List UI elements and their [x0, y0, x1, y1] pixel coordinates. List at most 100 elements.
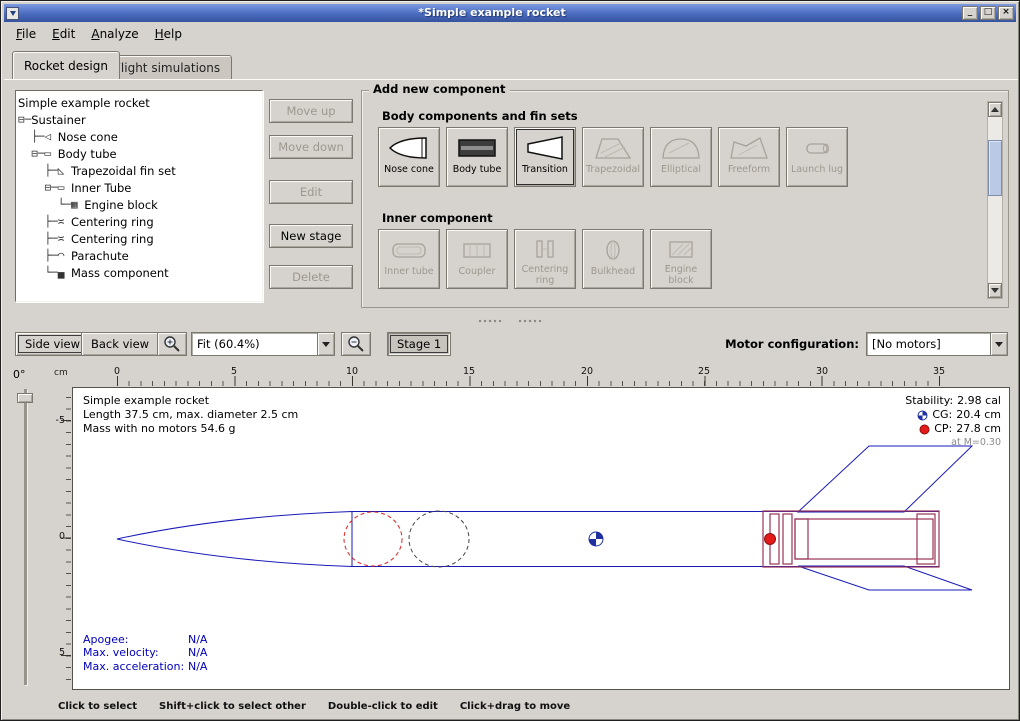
transition-icon [523, 132, 567, 164]
motor-configuration-label: Motor configuration: [725, 337, 859, 351]
tree-branch: ├─◺ [18, 164, 71, 177]
component-panel-scrollbar[interactable] [987, 101, 1003, 299]
tree-branch: ⊟─▭ [18, 147, 58, 160]
component-button-label: Nose cone [382, 164, 436, 178]
tree-item-engine-block[interactable]: └─▦ Engine block [18, 196, 260, 213]
tree-branch: ├─◁ [18, 130, 58, 143]
tree-branch: ⊟─▭ [18, 181, 71, 194]
move-up-button: Move up [269, 99, 353, 123]
chevron-down-icon[interactable] [990, 333, 1007, 355]
zoom-level-select[interactable]: Fit (60.4%) [191, 332, 335, 356]
rotation-slider-track[interactable] [24, 389, 27, 685]
fin-top[interactable] [798, 446, 972, 512]
cp-label: CP: [934, 422, 952, 436]
minimize-button[interactable]: _ [962, 6, 978, 20]
splitter-grip [518, 319, 544, 324]
horizontal-ruler: 0 5 10 15 20 25 30 35 [72, 365, 1010, 387]
design-canvas[interactable]: Simple example rocket Length 37.5 cm, ma… [72, 387, 1010, 690]
mach-note: at M=0.30 [905, 436, 1001, 450]
elliptical-fin-component-button: Elliptical [650, 127, 712, 187]
motor-configuration-select[interactable]: [No motors] [866, 332, 1008, 356]
result-value: N/A [188, 633, 207, 647]
tree-item-label: Mass component [71, 266, 169, 280]
tab-rocket-design[interactable]: Rocket design [12, 51, 120, 79]
flight-results: Apogee:N/A Max. velocity:N/A Max. accele… [83, 633, 207, 674]
rotation-slider-thumb[interactable] [17, 393, 33, 403]
stage-1-toggle[interactable]: Stage 1 [387, 332, 451, 356]
cp-value: 27.8 cm [956, 422, 1001, 436]
cg-label: CG: [932, 408, 952, 422]
close-button[interactable]: × [998, 6, 1014, 20]
tree-item-label: Centering ring [71, 215, 154, 229]
component-button-label: Elliptical [659, 164, 703, 178]
menu-help[interactable]: Help [147, 24, 190, 44]
bulkhead-component-button: Bulkhead [582, 229, 644, 289]
tree-item-centering-ring-1[interactable]: ├─≍ Centering ring [18, 213, 260, 230]
rocket-outline[interactable] [117, 446, 972, 590]
nose-cone-component-button[interactable]: Nose cone [378, 127, 440, 187]
menubar: File Edit Analyze Help [4, 22, 1016, 46]
scroll-down-button[interactable] [988, 283, 1002, 298]
new-stage-button[interactable]: New stage [269, 224, 353, 248]
motor-mount-components[interactable] [763, 511, 939, 567]
tree-item-trapezoidal-fin-set[interactable]: ├─◺ Trapezoidal fin set [18, 162, 260, 179]
inner-tube-component-button: Inner tube [378, 229, 440, 289]
side-view-button[interactable]: Side view [15, 332, 90, 356]
body-tube-component-button[interactable]: Body tube [446, 127, 508, 187]
tree-item-centering-ring-2[interactable]: ├─≍ Centering ring [18, 230, 260, 247]
transition-component-button[interactable]: Transition [514, 127, 576, 187]
component-button-label: Launch lug [789, 164, 845, 178]
tree-item-label: Centering ring [71, 232, 154, 246]
component-button-label: Inner tube [382, 266, 435, 280]
menu-file[interactable]: File [8, 24, 44, 44]
cg-icon [917, 410, 928, 421]
tree-item-nose-cone[interactable]: ├─◁ Nose cone [18, 128, 260, 145]
tree-item-sustainer[interactable]: ⊟─Sustainer [18, 111, 260, 128]
tree-branch: ├─≍ [18, 232, 71, 245]
zoom-out-button[interactable] [341, 332, 371, 356]
tree-item-rocket[interactable]: Simple example rocket [18, 94, 260, 111]
tree-item-parachute[interactable]: ├─◠ Parachute [18, 247, 260, 264]
tree-item-label: Parachute [71, 249, 129, 263]
menu-analyze[interactable]: Analyze [83, 24, 146, 44]
delete-button: Delete [269, 265, 353, 289]
maximize-button[interactable]: □ [980, 6, 996, 20]
scrollbar-thumb[interactable] [988, 140, 1002, 196]
tree-item-body-tube[interactable]: ⊟─▭ Body tube [18, 145, 260, 162]
back-view-button[interactable]: Back view [81, 332, 159, 356]
stability-value: 2.98 cal [957, 394, 1001, 408]
tree-branch: └─▦ [18, 198, 84, 211]
tree-item-label: Simple example rocket [18, 96, 150, 110]
system-menu-icon[interactable] [6, 7, 19, 20]
tree-branch: ├─≍ [18, 215, 71, 228]
inner-tube-icon [387, 234, 431, 266]
zoom-in-button[interactable] [157, 332, 187, 356]
chevron-down-icon[interactable] [317, 333, 334, 355]
freeform-fin-icon [727, 132, 771, 164]
rocket-diagram: 0° cm 0 5 10 15 20 25 30 35 -5 0 5 [4, 365, 1018, 692]
rocket-info: Simple example rocket Length 37.5 cm, ma… [83, 394, 298, 436]
ruler-unit-label: cm [50, 365, 72, 387]
result-value: N/A [188, 660, 207, 674]
trapezoidal-fin-component-button: Trapezoidal [582, 127, 644, 187]
component-button-label: Body tube [451, 164, 504, 178]
fin-bottom[interactable] [798, 566, 972, 590]
tree-item-label: Nose cone [58, 130, 118, 144]
launch-lug-icon [795, 132, 839, 164]
rocket-dimensions: Length 37.5 cm, max. diameter 2.5 cm [83, 408, 298, 422]
result-label: Max. velocity: [83, 646, 188, 660]
tree-item-label: Body tube [58, 147, 117, 161]
scroll-up-button[interactable] [988, 102, 1002, 117]
result-label: Apogee: [83, 633, 188, 647]
component-tree[interactable]: Simple example rocket ⊟─Sustainer ├─◁ No… [15, 90, 263, 302]
add-new-component-group: Add new component Body components and fi… [361, 90, 1009, 308]
tab-flight-simulations[interactable]: Flight simulations [102, 55, 232, 79]
tree-branch: └─▄ [18, 266, 71, 279]
tree-item-mass-component[interactable]: └─▄ Mass component [18, 264, 260, 281]
vertical-ruler: -5 0 5 [50, 387, 72, 690]
mass-component-marker[interactable] [409, 511, 469, 567]
splitter-handle[interactable] [4, 315, 1018, 328]
menu-edit[interactable]: Edit [44, 24, 83, 44]
tree-item-inner-tube[interactable]: ⊟─▭ Inner Tube [18, 179, 260, 196]
parachute-marker[interactable] [344, 512, 402, 566]
